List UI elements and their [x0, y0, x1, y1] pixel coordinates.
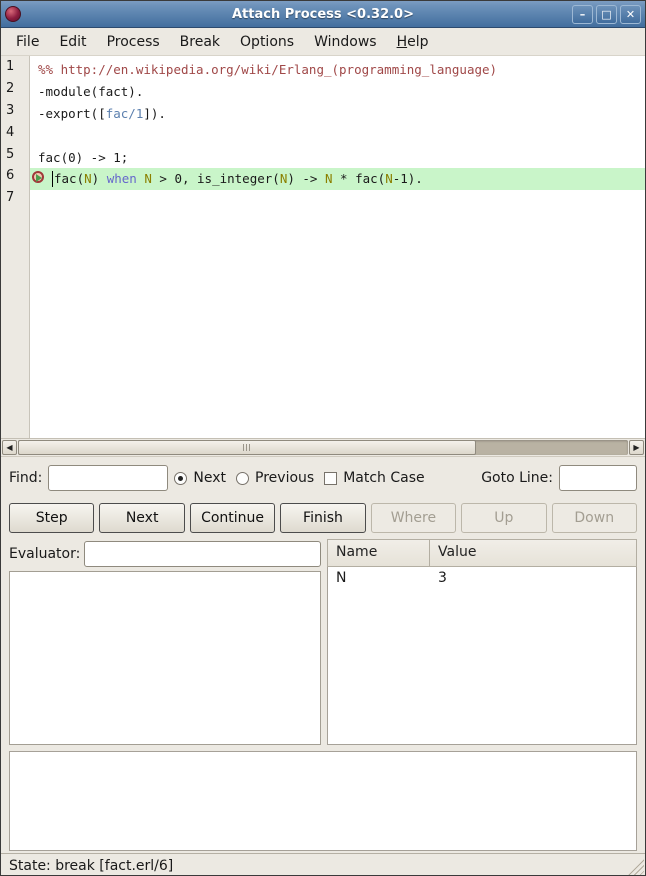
finish-button[interactable]: Finish: [280, 503, 365, 533]
down-button: Down: [552, 503, 637, 533]
window-controls: – □ ✕: [572, 5, 641, 24]
code-line[interactable]: %% http://en.wikipedia.org/wiki/Erlang_(…: [30, 59, 645, 81]
middle-section: Evaluator: Name Value N3: [1, 537, 645, 745]
code-segment: when: [107, 171, 137, 186]
code-segment: %% http://en.wikipedia.org/wiki/Erlang_(…: [38, 62, 497, 77]
close-icon[interactable]: ✕: [620, 5, 641, 24]
menu-windows[interactable]: Windows: [305, 30, 386, 54]
next-radio[interactable]: [174, 472, 187, 485]
menu-process[interactable]: Process: [98, 30, 169, 54]
scrollbar-thumb[interactable]: [18, 440, 476, 455]
debug-button-row: StepNextContinueFinishWhereUpDown: [1, 499, 645, 537]
code-segment: > 0, is_integer(: [152, 171, 280, 186]
find-input[interactable]: [48, 465, 168, 491]
variables-panel: Name Value N3: [327, 539, 637, 745]
line-number[interactable]: 1: [1, 59, 29, 81]
maximize-icon[interactable]: □: [596, 5, 617, 24]
next-button[interactable]: Next: [99, 503, 184, 533]
previous-radio[interactable]: [236, 472, 249, 485]
code-segment: fac/1: [106, 106, 144, 121]
code-line[interactable]: [30, 190, 645, 212]
evaluator-label: Evaluator:: [9, 546, 80, 562]
variables-header: Name Value: [327, 539, 637, 567]
trace-output-area[interactable]: [9, 751, 637, 851]
line-number[interactable]: 6: [1, 168, 29, 190]
code-segment: fac(: [54, 171, 84, 186]
find-label: Find:: [9, 470, 42, 486]
line-number[interactable]: 2: [1, 81, 29, 103]
titlebar[interactable]: Attach Process <0.32.0> – □ ✕: [1, 1, 645, 28]
menu-options[interactable]: Options: [231, 30, 303, 54]
variable-row[interactable]: N3: [328, 567, 636, 591]
line-number-gutter: 1234567: [1, 56, 30, 438]
code-segment: N: [325, 171, 333, 186]
code-segment: N: [385, 171, 393, 186]
value-column-header[interactable]: Value: [429, 539, 637, 567]
scroll-left-icon[interactable]: ◀: [2, 440, 17, 455]
code-segment: ]).: [143, 106, 166, 121]
variable-value: 3: [430, 567, 455, 591]
evaluator-output-area[interactable]: [9, 571, 321, 745]
variables-table[interactable]: N3: [327, 567, 637, 745]
attach-process-window: Attach Process <0.32.0> – □ ✕ FileEditPr…: [0, 0, 646, 876]
statusbar: State: break [fact.erl/6]: [1, 853, 645, 876]
previous-radio-label[interactable]: Previous: [255, 470, 314, 486]
name-column-header[interactable]: Name: [327, 539, 429, 567]
menu-help[interactable]: Help: [388, 30, 438, 54]
goto-line-label: Goto Line:: [481, 470, 553, 486]
line-number[interactable]: 7: [1, 190, 29, 212]
code-segment: -1).: [393, 171, 423, 186]
match-case-checkbox[interactable]: [324, 472, 337, 485]
resize-grip[interactable]: [624, 858, 644, 876]
window-title: Attach Process <0.32.0>: [1, 7, 645, 22]
code-segment: ) ->: [287, 171, 325, 186]
code-line[interactable]: -module(fact).: [30, 81, 645, 103]
menu-edit[interactable]: Edit: [50, 30, 95, 54]
next-radio-label[interactable]: Next: [193, 470, 226, 486]
break-arrow-icon: [32, 171, 44, 183]
code-line[interactable]: -export([fac/1]).: [30, 103, 645, 125]
code-editor[interactable]: 1234567 %% http://en.wikipedia.org/wiki/…: [1, 56, 645, 439]
code-segment: -export([: [38, 106, 106, 121]
status-text: State: break [fact.erl/6]: [9, 858, 173, 874]
code-segment: fac(0) -> 1;: [38, 150, 128, 165]
minimize-icon[interactable]: –: [572, 5, 593, 24]
line-number[interactable]: 5: [1, 147, 29, 169]
menubar: FileEditProcessBreakOptionsWindowsHelp: [1, 28, 645, 56]
menu-break[interactable]: Break: [171, 30, 229, 54]
code-segment: N: [144, 171, 152, 186]
step-button[interactable]: Step: [9, 503, 94, 533]
code-segment: N: [84, 171, 92, 186]
find-toolbar: Find: Next Previous Match Case Goto Line…: [1, 457, 645, 499]
goto-line-input[interactable]: [559, 465, 637, 491]
code-line-current-break[interactable]: fac(N) when N > 0, is_integer(N) -> N * …: [30, 168, 645, 190]
scrollbar-trough[interactable]: [18, 440, 628, 455]
code-segment: * fac(: [333, 171, 386, 186]
match-case-label[interactable]: Match Case: [343, 470, 424, 486]
line-number[interactable]: 3: [1, 103, 29, 125]
code-line[interactable]: [30, 125, 645, 147]
menu-file[interactable]: File: [7, 30, 48, 54]
scroll-right-icon[interactable]: ▶: [629, 440, 644, 455]
where-button: Where: [371, 503, 456, 533]
code-pane[interactable]: %% http://en.wikipedia.org/wiki/Erlang_(…: [30, 56, 645, 438]
code-segment: -module(fact).: [38, 84, 143, 99]
evaluator-input[interactable]: [84, 541, 321, 567]
up-button: Up: [461, 503, 546, 533]
code-segment: ): [92, 171, 107, 186]
variable-name: N: [328, 567, 430, 591]
code-line[interactable]: fac(0) -> 1;: [30, 147, 645, 169]
horizontal-scrollbar[interactable]: ◀ ▶: [1, 439, 645, 457]
line-number[interactable]: 4: [1, 125, 29, 147]
text-cursor: [52, 171, 53, 187]
continue-button[interactable]: Continue: [190, 503, 275, 533]
